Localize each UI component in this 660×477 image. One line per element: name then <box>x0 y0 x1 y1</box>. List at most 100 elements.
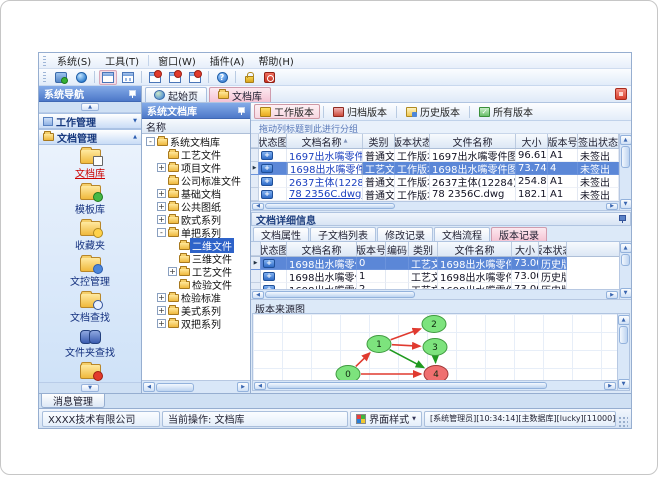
toolbar-button-8[interactable] <box>186 69 204 85</box>
scroll-thumb[interactable] <box>619 326 628 344</box>
column-header-6[interactable]: 大小 <box>512 242 539 256</box>
scroll-right-icon[interactable]: ▶ <box>237 382 249 392</box>
scroll-down-icon[interactable]: ▼ <box>617 379 629 389</box>
detail-tab-1[interactable]: 子文档列表 <box>310 227 376 242</box>
chevron-up-icon[interactable]: ▲ <box>133 134 137 140</box>
toolbar-button-3[interactable] <box>99 69 117 85</box>
version-grid-vscrollbar[interactable]: ▲ ▼ <box>619 242 631 299</box>
tab-message-management[interactable]: 消息管理 <box>41 394 105 408</box>
column-header-2[interactable]: 类别 <box>363 134 395 148</box>
chevron-down-icon[interactable]: ▼ <box>133 118 137 124</box>
sidebar-panel-documents[interactable]: 文档管理 ▲ <box>39 129 141 145</box>
detail-tab-2[interactable]: 修改记录 <box>377 227 433 242</box>
sidebar-panel-work[interactable]: 工作管理 ▼ <box>39 113 141 129</box>
expand-expander-icon[interactable]: + <box>157 306 166 315</box>
menu-item-3[interactable]: 插件(A) <box>203 53 252 69</box>
close-icon[interactable] <box>615 88 627 100</box>
table-row-0[interactable]: ▶1698出水嘴零件图.dwg0工艺文件1698出水嘴零件图.dwg73.00K… <box>251 257 619 270</box>
tree-hscrollbar[interactable]: ◀ ▶ <box>142 380 250 393</box>
collapse-expander-icon[interactable]: - <box>146 137 155 146</box>
interface-style-button[interactable]: 界面样式 ▼ <box>350 410 422 427</box>
toolbar-button-6[interactable] <box>146 69 164 85</box>
column-header-5[interactable]: 文件名称 <box>438 242 512 256</box>
toolbar-button-1[interactable] <box>72 70 90 85</box>
column-header-0[interactable]: 状态图 <box>261 242 287 256</box>
column-header-1[interactable]: 文档名称 ▲ <box>287 134 363 148</box>
toolbar-button-10[interactable] <box>213 70 231 85</box>
collapse-expander-icon[interactable]: - <box>157 228 166 237</box>
detail-tab-3[interactable]: 文档流程 <box>434 227 490 242</box>
column-header-0[interactable]: 状态图 <box>259 134 287 148</box>
scroll-right-icon[interactable]: ▶ <box>606 290 618 299</box>
scroll-thumb[interactable] <box>265 203 395 209</box>
pin-icon[interactable] <box>128 89 136 98</box>
menu-item-1[interactable]: 工具(T) <box>98 53 146 69</box>
scroll-down-icon[interactable]: ▼ <box>81 384 99 392</box>
menu-item-4[interactable]: 帮助(H) <box>251 53 300 69</box>
scroll-left-icon[interactable]: ◀ <box>254 381 266 390</box>
sidebar-item-5[interactable]: 文件夹查找 <box>39 327 141 362</box>
menubar-grip-handle[interactable] <box>43 55 46 66</box>
toolbar-button-7[interactable] <box>166 69 184 85</box>
expand-expander-icon[interactable]: + <box>157 163 166 172</box>
tab-0[interactable]: 起始页 <box>145 87 207 103</box>
scroll-down-icon[interactable]: ▼ <box>619 288 631 298</box>
tree-item-14[interactable]: + 双把系列 <box>142 317 250 331</box>
expand-expander-icon[interactable]: + <box>157 202 166 211</box>
version-graph-canvas[interactable]: 0 1 2 3 4 <box>253 314 617 380</box>
scroll-up-icon[interactable]: ▲ <box>617 315 629 325</box>
version-filter-3[interactable]: 所有版本 <box>473 104 539 119</box>
scroll-left-icon[interactable]: ◀ <box>252 202 264 210</box>
graph-vscrollbar[interactable]: ▲ ▼ <box>617 314 629 390</box>
menu-item-2[interactable]: 窗口(W) <box>151 53 203 69</box>
tab-1[interactable]: 文档库 <box>209 87 271 103</box>
scroll-thumb[interactable] <box>156 382 194 392</box>
menu-item-0[interactable]: 系统(S) <box>50 53 98 69</box>
column-header-3[interactable]: 版本状态 <box>395 134 430 148</box>
toolbar-button-12[interactable] <box>240 70 258 85</box>
column-header-2[interactable]: 版本号 <box>357 242 386 256</box>
toolbar-grip-handle[interactable] <box>43 72 46 82</box>
sidebar-item-3[interactable]: 文控管理 <box>39 255 141 291</box>
table-row-2[interactable]: 2637主体(12284).dwg普通文档工作版本2637主体(12284).d… <box>251 175 619 188</box>
scroll-right-icon[interactable]: ▶ <box>606 202 618 210</box>
column-header-1[interactable]: 文档名称 <box>287 242 357 256</box>
document-grid-hscrollbar[interactable]: ◀ ▶ <box>251 201 619 210</box>
document-grid-vscrollbar[interactable]: ▲ ▼ <box>619 134 631 210</box>
table-row-3[interactable]: 78 2356C.dwg普通文档工作版本78 2356C.dwg182.15KB… <box>251 188 619 201</box>
sidebar-item-4[interactable]: 文档查找 <box>39 291 141 327</box>
version-filter-1[interactable]: 归档版本 <box>327 104 393 119</box>
scroll-up-icon[interactable]: ▲ <box>81 103 99 111</box>
expand-expander-icon[interactable]: + <box>168 267 177 276</box>
sidebar-item-0[interactable]: 文档库 <box>39 147 141 183</box>
expand-expander-icon[interactable]: + <box>157 189 166 198</box>
table-row-1[interactable]: 1698出水嘴零件图.dwg1工艺文件1698出水嘴零件图.dwg73.00KB… <box>251 270 619 283</box>
detail-tab-0[interactable]: 文档属性 <box>253 227 309 242</box>
column-header-6[interactable]: 版本号 <box>548 134 578 148</box>
table-row-0[interactable]: 1697出水嘴零件图.dwg普通文档工作版本1697出水嘴零件图.dwg96.6… <box>251 149 619 162</box>
sidebar-item-6[interactable]: 签出的文档 <box>39 362 141 382</box>
column-header-4[interactable]: 类别 <box>409 242 438 256</box>
scroll-left-icon[interactable]: ◀ <box>252 290 264 299</box>
table-row-1[interactable]: ▶1698出水嘴零件图.dwg工艺文件工作版本1698出水嘴零件图.dwg73.… <box>251 162 619 175</box>
expand-expander-icon[interactable]: + <box>157 319 166 328</box>
scroll-up-icon[interactable]: ▲ <box>619 135 631 145</box>
pin-icon[interactable] <box>618 215 626 223</box>
scroll-right-icon[interactable]: ▶ <box>604 381 616 390</box>
scroll-left-icon[interactable]: ◀ <box>143 382 155 392</box>
scroll-thumb[interactable] <box>621 146 630 168</box>
version-grid-hscrollbar[interactable]: ◀ ▶ <box>251 289 619 299</box>
toolbar-button-0[interactable] <box>52 70 70 85</box>
detail-tab-4[interactable]: 版本记录 <box>491 227 547 242</box>
sidebar-item-1[interactable]: 模板库 <box>39 183 141 219</box>
scroll-thumb[interactable] <box>265 291 415 298</box>
column-header-4[interactable]: 文件名称 <box>430 134 516 148</box>
column-header-7[interactable]: 签出状态 <box>578 134 619 148</box>
expand-expander-icon[interactable]: + <box>157 215 166 224</box>
expand-expander-icon[interactable]: + <box>157 293 166 302</box>
graph-hscrollbar[interactable]: ◀ ▶ <box>253 380 617 390</box>
column-header-7[interactable]: 版本状态 <box>539 242 567 256</box>
column-header-3[interactable]: 编码 <box>386 242 409 256</box>
column-header-5[interactable]: 大小 <box>516 134 548 148</box>
toolbar-button-4[interactable] <box>119 70 137 85</box>
